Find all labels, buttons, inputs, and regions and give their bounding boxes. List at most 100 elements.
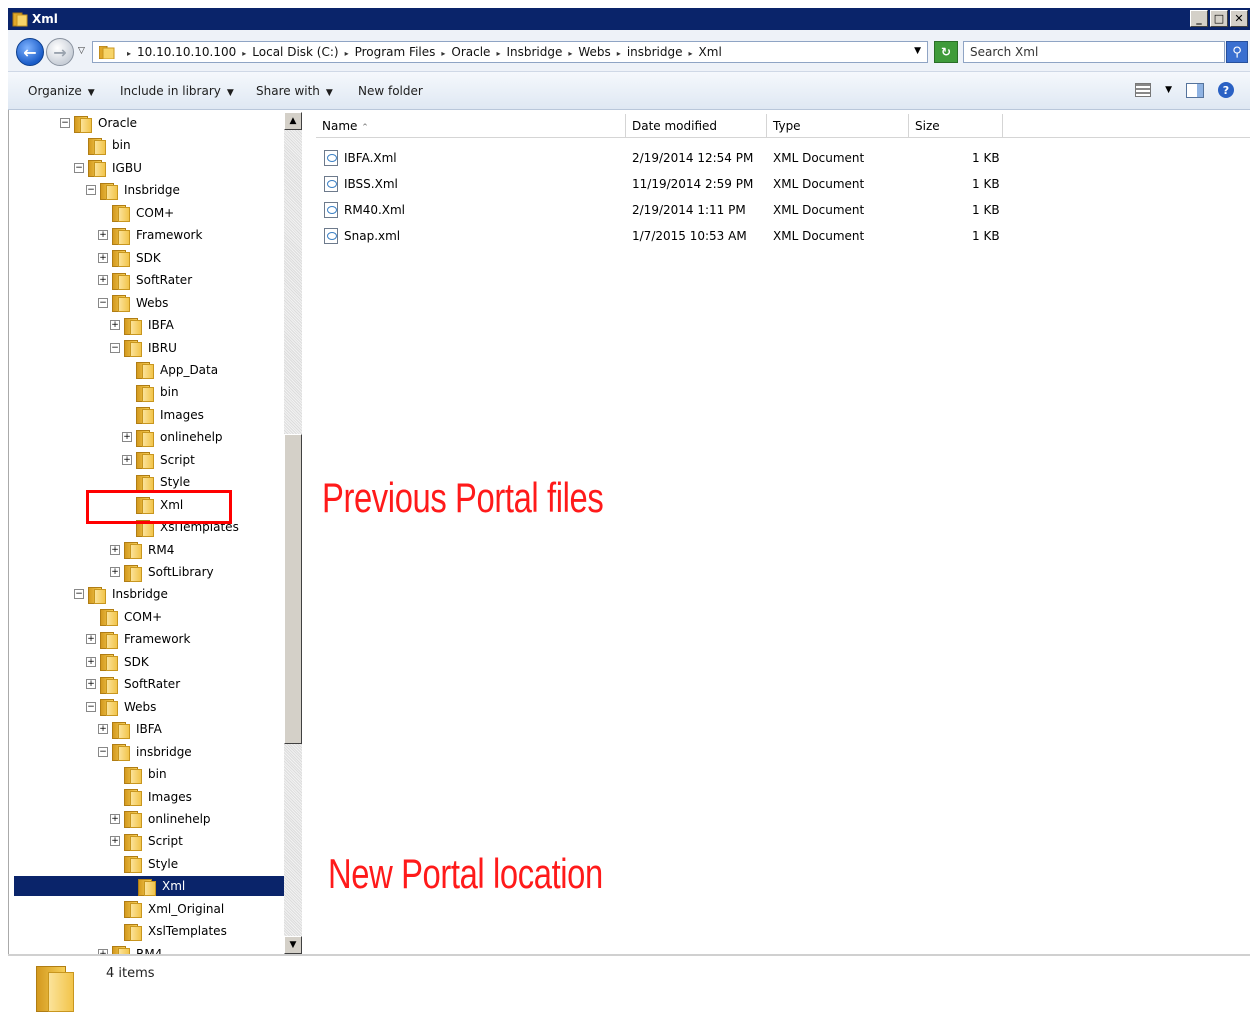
collapse-icon[interactable]: − bbox=[60, 118, 70, 128]
preview-pane-icon[interactable] bbox=[1186, 82, 1204, 98]
tree-item[interactable]: + SoftLibrary bbox=[110, 562, 214, 582]
expand-icon[interactable]: + bbox=[122, 454, 132, 465]
collapse-icon[interactable]: − bbox=[86, 701, 96, 712]
tree-item[interactable]: − Oracle bbox=[60, 113, 137, 133]
address-dropdown-icon[interactable]: ▼ bbox=[914, 46, 921, 56]
expand-icon[interactable]: + bbox=[110, 567, 120, 577]
tree-item[interactable]: − IBRU bbox=[110, 338, 177, 358]
search-input[interactable]: Search Xml bbox=[963, 41, 1225, 63]
back-button[interactable]: ← bbox=[16, 38, 44, 66]
breadcrumb-item[interactable]: Program Files bbox=[355, 45, 436, 59]
collapse-icon[interactable]: − bbox=[86, 185, 96, 196]
breadcrumb-separator-icon[interactable]: ▸ bbox=[496, 49, 500, 58]
tree-item[interactable]: − Webs bbox=[86, 697, 156, 717]
expand-icon[interactable]: + bbox=[86, 656, 96, 667]
tree-item[interactable]: − Webs bbox=[98, 293, 168, 313]
tree-item[interactable]: App_Data bbox=[122, 360, 218, 380]
tree-scrollbar[interactable]: ▲ ▼ bbox=[284, 112, 302, 954]
change-view-icon[interactable] bbox=[1135, 83, 1152, 97]
file-row[interactable]: IBFA.Xml bbox=[324, 147, 397, 169]
expand-icon[interactable]: + bbox=[122, 432, 132, 443]
share-with-button[interactable]: Share with ▼ bbox=[256, 84, 333, 98]
breadcrumb-separator-icon[interactable]: ▸ bbox=[617, 49, 621, 58]
tree-item[interactable]: + SoftRater bbox=[98, 270, 192, 290]
tree-item[interactable]: Xml bbox=[14, 876, 284, 897]
minimize-button[interactable]: _ bbox=[1190, 10, 1208, 27]
breadcrumb-item[interactable]: Webs bbox=[578, 45, 610, 59]
tree-item[interactable]: + Script bbox=[110, 831, 183, 851]
scroll-down-icon[interactable]: ▼ bbox=[284, 936, 302, 954]
collapse-icon[interactable]: − bbox=[74, 162, 84, 173]
tree-item[interactable]: + SDK bbox=[86, 652, 149, 672]
maximize-button[interactable]: □ bbox=[1210, 10, 1228, 27]
tree-item[interactable]: + SDK bbox=[98, 248, 161, 268]
tree-item[interactable]: bin bbox=[122, 382, 179, 402]
tree-item[interactable]: bin bbox=[74, 135, 131, 155]
expand-icon[interactable]: + bbox=[86, 634, 96, 645]
breadcrumb-item[interactable]: Local Disk (C:) bbox=[252, 45, 338, 59]
tree-item[interactable]: + onlinehelp bbox=[110, 809, 211, 829]
help-icon[interactable]: ? bbox=[1218, 82, 1234, 98]
tree-item[interactable]: − Insbridge bbox=[74, 584, 168, 604]
tree-item[interactable]: bin bbox=[110, 764, 167, 784]
breadcrumb-separator-icon[interactable]: ▸ bbox=[242, 49, 246, 58]
tree-item[interactable]: + IBFA bbox=[110, 315, 174, 335]
file-row[interactable]: IBSS.Xml bbox=[324, 173, 398, 195]
breadcrumb-item[interactable]: 10.10.10.10.100 bbox=[137, 45, 236, 59]
file-row[interactable]: RM40.Xml bbox=[324, 199, 405, 221]
include-in-library-button[interactable]: Include in library ▼ bbox=[120, 84, 234, 98]
tree-item[interactable]: + RM4 bbox=[110, 540, 174, 560]
expand-icon[interactable]: + bbox=[98, 724, 108, 735]
breadcrumb-item[interactable]: Xml bbox=[699, 45, 722, 59]
expand-icon[interactable]: + bbox=[110, 320, 120, 331]
expand-icon[interactable]: + bbox=[110, 836, 120, 847]
navigation-tree[interactable]: − Oracle bin − IGBU − Insbridge COM+ + Framework +… bbox=[14, 112, 284, 954]
breadcrumb-separator-icon[interactable]: ▸ bbox=[345, 49, 349, 58]
tree-item[interactable]: + Framework bbox=[86, 629, 190, 649]
chevron-down-icon[interactable]: ▼ bbox=[1165, 85, 1172, 95]
tree-item[interactable]: Style bbox=[110, 854, 178, 874]
breadcrumb-separator-icon[interactable]: ▸ bbox=[568, 49, 572, 58]
breadcrumb-item[interactable]: Oracle bbox=[451, 45, 490, 59]
breadcrumb-item[interactable]: insbridge bbox=[627, 45, 683, 59]
expand-icon[interactable]: + bbox=[98, 230, 108, 241]
tree-item[interactable]: XslTemplates bbox=[110, 921, 227, 941]
tree-item[interactable]: Images bbox=[110, 787, 192, 807]
refresh-button[interactable]: ↻ bbox=[934, 41, 958, 63]
tree-item[interactable]: + RM4 bbox=[98, 944, 162, 954]
tree-item[interactable]: Images bbox=[122, 405, 204, 425]
new-folder-button[interactable]: New folder bbox=[358, 84, 423, 98]
tree-item[interactable]: + IBFA bbox=[98, 719, 162, 739]
tree-item[interactable]: − insbridge bbox=[98, 742, 192, 762]
expand-icon[interactable]: + bbox=[86, 679, 96, 690]
collapse-icon[interactable]: − bbox=[98, 746, 108, 757]
history-dropdown-icon[interactable]: ▽ bbox=[78, 46, 85, 56]
file-row[interactable]: Snap.xml bbox=[324, 225, 400, 247]
tree-item[interactable]: COM+ bbox=[86, 607, 162, 627]
expand-icon[interactable]: + bbox=[110, 813, 120, 824]
close-button[interactable]: ✕ bbox=[1230, 10, 1248, 27]
expand-icon[interactable]: + bbox=[98, 275, 108, 286]
address-bar[interactable]: ▸ 10.10.10.10.100 ▸ Local Disk (C:) ▸ Program… bbox=[92, 41, 928, 63]
organize-button[interactable]: Organize ▼ bbox=[28, 84, 95, 98]
tree-item[interactable]: + onlinehelp bbox=[122, 427, 223, 447]
tree-item[interactable]: − Insbridge bbox=[86, 180, 180, 200]
tree-item[interactable]: COM+ bbox=[98, 203, 174, 223]
scroll-up-icon[interactable]: ▲ bbox=[284, 112, 302, 130]
scroll-thumb[interactable] bbox=[284, 434, 302, 744]
search-button[interactable]: ⚲ bbox=[1226, 41, 1248, 63]
tree-item[interactable]: Xml_Original bbox=[110, 899, 224, 919]
expand-icon[interactable]: + bbox=[98, 252, 108, 263]
expand-icon[interactable]: + bbox=[110, 544, 120, 555]
collapse-icon[interactable]: − bbox=[74, 589, 84, 600]
forward-button[interactable]: → bbox=[46, 38, 74, 66]
breadcrumb-separator-icon[interactable]: ▸ bbox=[441, 49, 445, 58]
tree-item[interactable]: − IGBU bbox=[74, 158, 142, 178]
column-header-type[interactable]: Type bbox=[767, 114, 909, 138]
collapse-icon[interactable]: − bbox=[98, 297, 108, 308]
tree-item[interactable]: + Script bbox=[122, 450, 195, 470]
tree-item[interactable]: + SoftRater bbox=[86, 674, 180, 694]
breadcrumb-separator-icon[interactable]: ▸ bbox=[689, 49, 693, 58]
column-header-name[interactable]: Name ⌃ bbox=[316, 114, 626, 138]
breadcrumb-item[interactable]: Insbridge bbox=[506, 45, 562, 59]
